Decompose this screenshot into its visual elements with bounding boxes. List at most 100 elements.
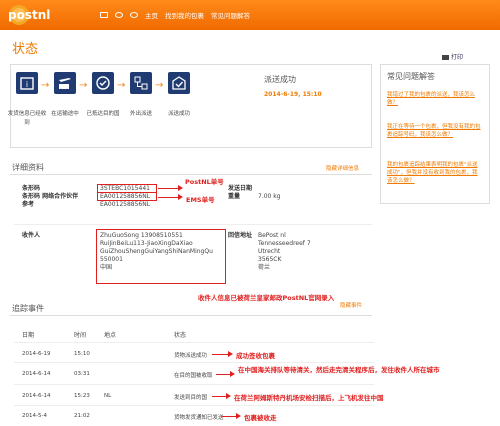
annotation-row2: 在中国海关排队等待清关，然后走完清关程序后，发往收件人所在城市 bbox=[238, 366, 440, 374]
col-date: 日期 bbox=[22, 332, 35, 339]
globe-icon bbox=[96, 76, 110, 90]
row3-status: 发送到目的国 bbox=[174, 395, 208, 401]
page-title: 状态 bbox=[12, 42, 39, 57]
faq-question-1[interactable]: 我错过了我的包裹的派送，我该怎么做？ bbox=[387, 91, 483, 107]
row2-status: 在目的国被收取 bbox=[174, 373, 213, 379]
annotation-arrow bbox=[158, 197, 178, 198]
col-time: 时间 bbox=[74, 332, 87, 339]
faq-title: 常见问题解答 bbox=[387, 72, 435, 81]
step-label-2: 在运输途中 bbox=[51, 111, 79, 117]
arrow-head-icon bbox=[236, 413, 241, 419]
recipient-line: RuiJinBeiLu113-JiaoXingDaXiao bbox=[100, 240, 193, 247]
divider bbox=[14, 362, 374, 363]
hide-details-link[interactable]: 隐藏详细信息 bbox=[326, 164, 359, 172]
print-label: 打印 bbox=[451, 54, 464, 61]
arrow-head-icon bbox=[226, 393, 231, 399]
nav-faq[interactable]: 常见问题解答 bbox=[211, 10, 250, 20]
annotation-row1: 成功签收包裹 bbox=[236, 352, 275, 360]
plane-truck-icon bbox=[59, 78, 71, 92]
divider bbox=[14, 342, 374, 343]
partner-label: 条形码 网络合作伙伴 bbox=[22, 193, 79, 200]
ems-highlight bbox=[97, 192, 157, 201]
row3-place: NL bbox=[104, 393, 112, 399]
recipient-line: 中国 bbox=[100, 264, 113, 271]
annotation-recipient: 收件人信息已被荷兰皇家邮政PostNL官网录入 bbox=[198, 294, 335, 302]
row1-status: 货物派送成功 bbox=[174, 353, 208, 359]
row4-time: 21:02 bbox=[74, 413, 90, 419]
globe-nav-icon[interactable] bbox=[115, 12, 123, 18]
weight-value: 7.00 kg bbox=[258, 193, 281, 200]
annotation-arrow bbox=[212, 354, 228, 355]
hide-events-link[interactable]: 隐藏事件 bbox=[340, 301, 362, 309]
divider bbox=[10, 315, 372, 316]
annotation-row3: 在荷兰阿姆斯特丹机场安检扫描后，上飞机发往中国 bbox=[234, 394, 384, 402]
faq-question-3[interactable]: 我的包裹追踪结果表明我的包裹"派送成功"，但我并没有收到我的包裹，我该怎么做？ bbox=[387, 161, 483, 185]
divider bbox=[10, 174, 372, 175]
return-label-text: 回信地址 bbox=[228, 232, 253, 239]
row1-date: 2014-6-19 bbox=[22, 351, 51, 357]
step-delivered bbox=[168, 72, 190, 94]
tracking-title: 追踪事件 bbox=[12, 304, 44, 313]
step-label-4: 外出派送 bbox=[129, 111, 152, 117]
brand-logo-text: postnl bbox=[8, 8, 51, 22]
arrow-head-icon bbox=[230, 371, 235, 377]
ref-value: EA001258856NL bbox=[100, 201, 151, 208]
print-link[interactable]: 打印 bbox=[442, 52, 463, 61]
col-status: 状态 bbox=[174, 332, 187, 339]
recipient-address: ZhuGuoSong 13908510551 RuiJinBeiLu113-Ji… bbox=[100, 232, 213, 272]
step-out-for-delivery bbox=[130, 72, 152, 94]
row2-time: 03:31 bbox=[74, 371, 90, 377]
barcode-label: 条形码 bbox=[22, 185, 41, 192]
divider bbox=[14, 384, 374, 385]
check-icon bbox=[172, 76, 186, 90]
return-line: 荷兰 bbox=[258, 264, 271, 271]
annotation-arrow bbox=[158, 188, 178, 189]
svg-text:i: i bbox=[26, 80, 28, 89]
main-nav: 主页 找到我的包裹 常见问题解答 bbox=[100, 10, 250, 20]
step-label-3: 已抵达目的国 bbox=[86, 111, 120, 117]
at-icon[interactable] bbox=[130, 12, 138, 18]
result-text: 派送成功 bbox=[264, 75, 296, 84]
return-line: Tennesseedreef 7 bbox=[258, 240, 311, 247]
step-arrow-icon: → bbox=[155, 80, 164, 91]
annotation-ems: EMS单号 bbox=[186, 196, 215, 204]
top-bar: postnl 主页 找到我的包裹 常见问题解答 bbox=[0, 0, 500, 30]
row2-date: 2014-6-14 bbox=[22, 371, 51, 377]
step-arrow-icon: → bbox=[79, 80, 88, 91]
annotation-row4: 包裹被收走 bbox=[244, 414, 277, 422]
ref-label: 参考 bbox=[22, 201, 35, 208]
annotation-arrow bbox=[216, 374, 230, 375]
result-datetime: 2014-6-19, 15:10 bbox=[264, 91, 322, 98]
annotation-arrow bbox=[212, 396, 226, 397]
nav-find-parcel[interactable]: 找到我的包裹 bbox=[165, 10, 204, 20]
step-in-transit bbox=[54, 72, 76, 94]
step-arrow-icon: → bbox=[117, 80, 126, 91]
step-arrived bbox=[92, 72, 114, 94]
recipient-line: ZhuGuoSong 13908510551 bbox=[100, 232, 183, 239]
row3-date: 2014-6-14 bbox=[22, 393, 51, 399]
step-label-5: 派送成功 bbox=[167, 111, 190, 117]
step-label-1: 发货信息已经收到 bbox=[7, 111, 47, 126]
arrow-head-icon bbox=[178, 194, 183, 200]
annotation-arrow bbox=[222, 416, 236, 417]
step-arrow-icon: → bbox=[41, 80, 50, 91]
return-line: 3565CK bbox=[258, 256, 282, 263]
recipient-label-text: 收件人 bbox=[22, 232, 41, 239]
col-place: 地点 bbox=[104, 332, 117, 339]
faq-question-2[interactable]: 我正在等待一个包裹，但我没有我的包裹追踪号码，我该怎么做？ bbox=[387, 123, 483, 139]
row4-status: 货物发货通知已发送 bbox=[174, 415, 224, 421]
return-address: BePost nl Tennesseedreef 7 Utrecht 3565C… bbox=[258, 232, 311, 272]
return-line: BePost nl bbox=[258, 232, 286, 239]
details-title: 详细资料 bbox=[12, 163, 44, 172]
mail-icon[interactable] bbox=[100, 12, 108, 18]
row1-time: 15:10 bbox=[74, 351, 90, 357]
send-date-label: 发送日期 bbox=[228, 185, 253, 192]
box-info-icon: i bbox=[20, 77, 34, 90]
sort-icon bbox=[134, 76, 148, 90]
arrow-head-icon bbox=[228, 351, 233, 357]
delivery-result: 派送成功 2014-6-19, 15:10 bbox=[264, 74, 322, 98]
return-label: 回信地址 bbox=[228, 232, 252, 240]
row3-time: 15:23 bbox=[74, 393, 90, 399]
nav-home[interactable]: 主页 bbox=[145, 10, 158, 20]
recipient-line: GuiZhouShengGuiYangShiNanMingQu bbox=[100, 248, 213, 255]
